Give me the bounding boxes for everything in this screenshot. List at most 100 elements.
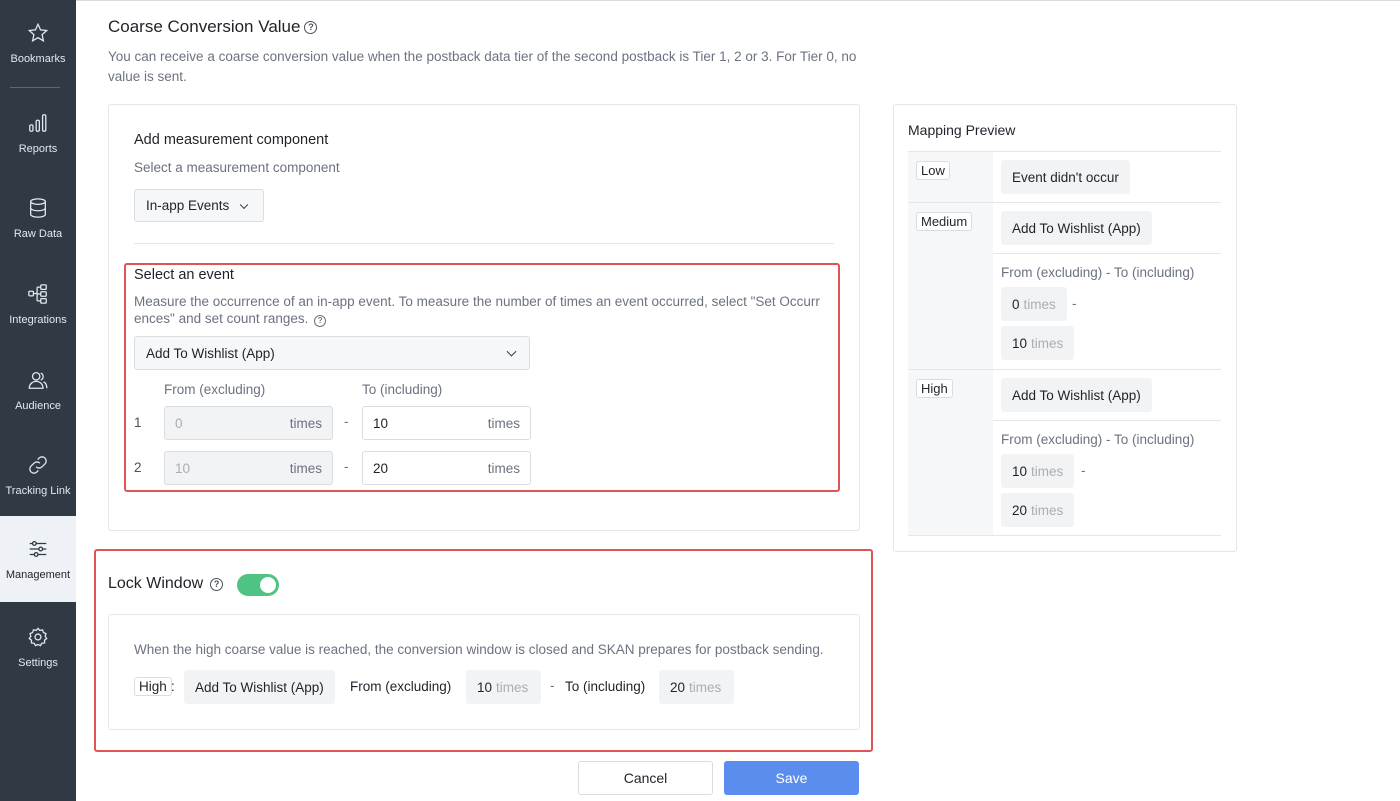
low-value: Event didn't occur (1012, 169, 1119, 185)
cancel-button[interactable]: Cancel (578, 761, 713, 795)
unit-label: times (1031, 463, 1064, 479)
coarse-tag-medium: Medium (916, 212, 973, 231)
medium-to-value: 10 (1012, 335, 1028, 351)
lock-from-chip: 10 times (466, 670, 541, 704)
medium-from-chip: 0 times (1001, 287, 1067, 321)
divider (908, 369, 1221, 370)
database-icon (26, 196, 50, 220)
row-number: 2 (134, 460, 142, 475)
sidebar-item-label: Settings (18, 657, 58, 669)
coarse-title: Coarse Conversion Value (108, 17, 301, 36)
sidebar-item-audience[interactable]: Audience (0, 347, 76, 433)
sidebar-item-label: Reports (18, 143, 58, 155)
lock-window-toggle[interactable] (237, 574, 279, 596)
lock-tag-high: High (134, 677, 172, 696)
medium-range-label: From (excluding) - To (including) (1001, 265, 1195, 280)
sidebar-item-reports[interactable]: Reports (0, 90, 76, 176)
medium-to-chip: 10 times (1001, 326, 1075, 360)
mapping-preview-title: Mapping Preview (908, 122, 1016, 138)
divider (908, 151, 1221, 152)
high-from-chip: 10 times (1001, 454, 1075, 488)
unit-label: times (1031, 335, 1064, 351)
sidebar-item-label: Audience (15, 400, 61, 412)
to-input[interactable]: 20 times (362, 451, 531, 485)
sidebar-divider (10, 87, 60, 88)
chevron-down-icon (239, 200, 249, 209)
help-icon[interactable]: ? (304, 20, 318, 34)
divider (908, 202, 1221, 203)
measurement-component-dropdown[interactable]: In-app Events (134, 189, 264, 222)
lock-to-value: 20 (670, 679, 686, 695)
lock-window-title: Lock Window (108, 575, 204, 592)
sidebar-item-integrations[interactable]: Integrations (0, 261, 76, 347)
unit-label: times (496, 679, 529, 695)
colon: : (171, 679, 175, 694)
link-icon (26, 453, 50, 477)
unit-label: times (1031, 502, 1064, 518)
gear-icon (26, 625, 50, 649)
mapping-label-column (908, 152, 993, 535)
lock-event-chip: Add To Wishlist (App) (184, 670, 335, 704)
to-input[interactable]: 10 times (362, 406, 531, 440)
from-input: 10 times (164, 451, 333, 485)
sidebar-item-tracking-link[interactable]: Tracking Link (0, 432, 76, 518)
unit-label: times (289, 415, 322, 431)
to-value: 20 (373, 460, 389, 476)
coarse-description: You can receive a coarse conversion valu… (108, 49, 857, 84)
event-description-line-2: ences" and set count ranges. (134, 311, 309, 326)
from-column-header: From (excluding) (164, 382, 266, 397)
range-dash: - (344, 459, 349, 474)
event-description: Measure the occurrence of an in-app even… (134, 293, 834, 327)
from-value: 0 (175, 415, 183, 431)
sidebar-item-bookmarks[interactable]: Bookmarks (0, 0, 76, 86)
sidebar-item-label: Management (5, 569, 71, 581)
lock-window-header: Lock Window ? (108, 575, 224, 593)
sidebar-item-label: Raw Data (13, 228, 63, 240)
unit-label: times (1023, 296, 1056, 312)
sidebar-item-management[interactable]: Management (0, 516, 76, 602)
measurement-heading: Add measurement component (134, 132, 329, 148)
save-button[interactable]: Save (724, 761, 859, 795)
high-to-value: 20 (1012, 502, 1028, 518)
unit-label: times (689, 679, 722, 695)
lock-window-description: When the high coarse value is reached, t… (134, 642, 824, 657)
from-value: 10 (175, 460, 191, 476)
high-from-value: 10 (1012, 463, 1028, 479)
lock-from-value: 10 (477, 679, 493, 695)
sidebar-item-settings[interactable]: Settings (0, 604, 76, 690)
event-heading: Select an event (134, 267, 234, 283)
sidebar-item-label: Bookmarks (10, 53, 66, 65)
sidebar-item-label: Integrations (9, 314, 67, 326)
coarse-tag-low: Low (916, 161, 950, 180)
divider (993, 253, 1221, 254)
chevron-down-icon (506, 346, 517, 357)
sidebar-item-raw-data[interactable]: Raw Data (0, 175, 76, 261)
lock-from-label: From (excluding) (350, 679, 452, 694)
integrations-icon (26, 282, 50, 306)
audience-icon (26, 368, 50, 392)
range-dash: - (1072, 296, 1077, 311)
divider (134, 243, 834, 244)
dropdown-value: In-app Events (146, 198, 230, 213)
section-title: Coarse Conversion Value ? (108, 17, 318, 37)
event-select-dropdown[interactable]: Add To Wishlist (App) (134, 336, 530, 370)
medium-event-chip: Add To Wishlist (App) (1001, 211, 1152, 245)
bar-chart-icon (26, 111, 50, 135)
unit-label: times (487, 415, 520, 431)
unit-label: times (487, 460, 520, 476)
lock-to-label: To (including) (565, 679, 646, 694)
from-input: 0 times (164, 406, 333, 440)
top-border (76, 0, 1400, 2)
to-value: 10 (373, 415, 389, 431)
event-description-line-1: Measure the occurrence of an in-app even… (134, 294, 820, 309)
divider (993, 420, 1221, 421)
help-icon[interactable]: ? (210, 577, 224, 591)
measurement-subtext: Select a measurement component (134, 160, 340, 175)
toggle-knob (260, 577, 276, 593)
help-icon[interactable]: ? (314, 314, 327, 327)
lock-to-chip: 20 times (659, 670, 734, 704)
high-to-chip: 20 times (1001, 493, 1075, 527)
event-select-value: Add To Wishlist (App) (146, 345, 275, 361)
medium-from-value: 0 (1012, 296, 1020, 312)
row-number: 1 (134, 415, 142, 430)
